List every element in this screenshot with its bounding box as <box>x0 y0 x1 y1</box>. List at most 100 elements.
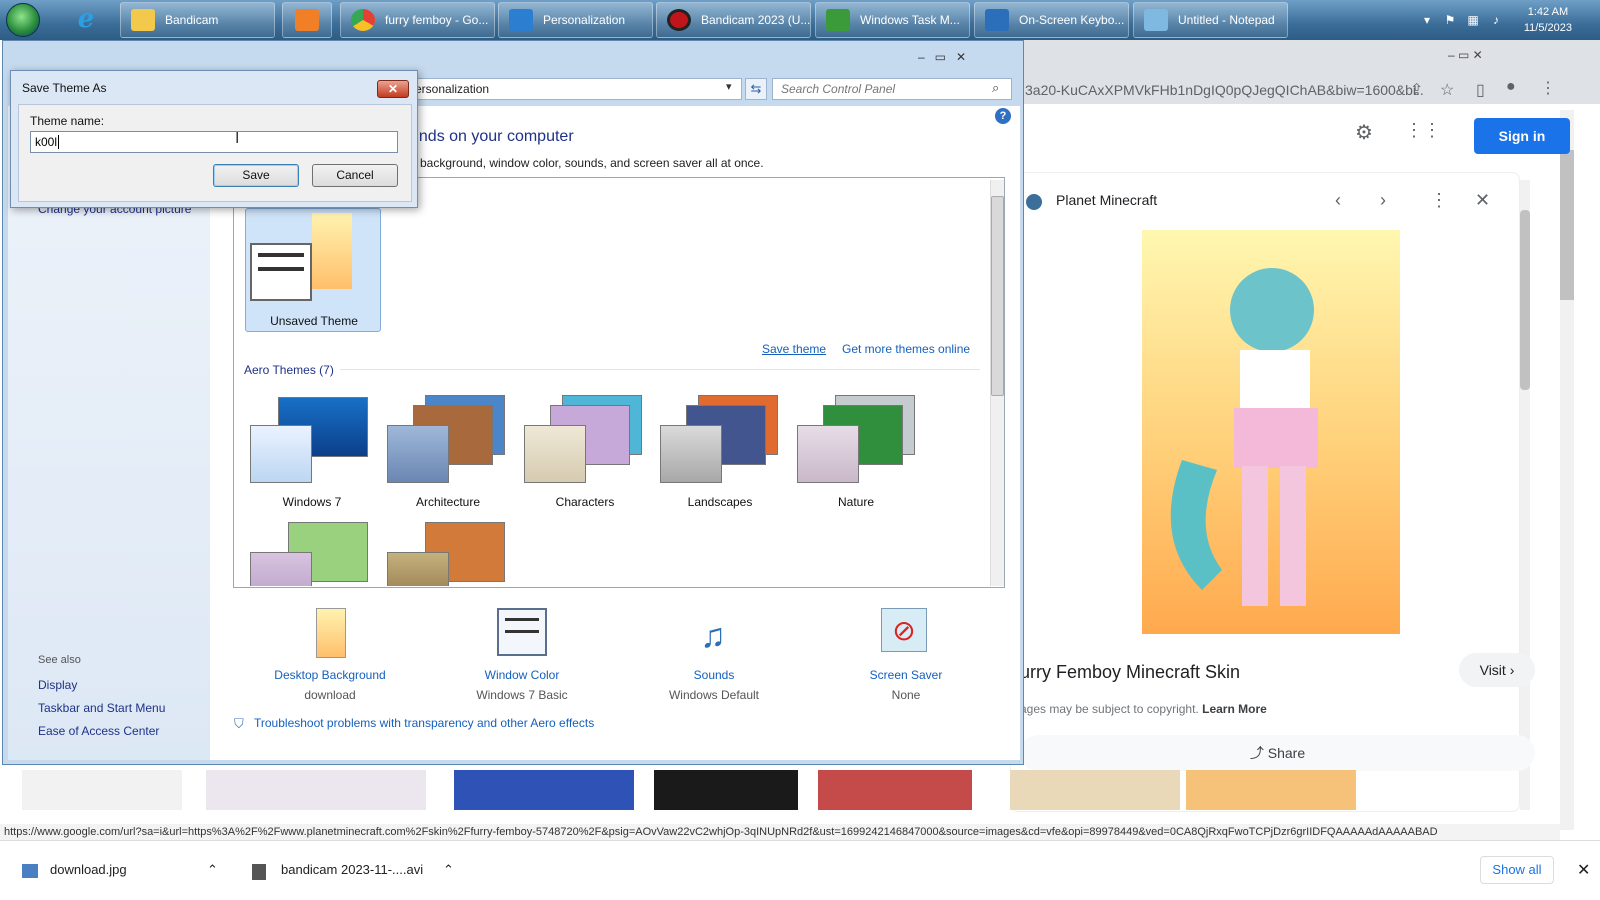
text-cursor-icon: I <box>235 130 240 147</box>
window-color-icon[interactable] <box>492 608 552 664</box>
result-thumbnail[interactable] <box>818 770 972 810</box>
taskbar-button-task-manager[interactable]: Windows Task M... <box>815 2 970 38</box>
theme-tile[interactable] <box>248 522 370 586</box>
window-color-link[interactable]: Window Color <box>442 668 602 682</box>
close-preview-icon[interactable]: ✕ <box>1475 190 1490 211</box>
more-options-icon[interactable]: ⋮ <box>1430 190 1448 211</box>
result-thumbnail[interactable] <box>1010 770 1180 810</box>
chevron-up-icon[interactable]: ⌃ <box>207 862 218 878</box>
help-icon[interactable]: ? <box>995 108 1011 124</box>
close-icon[interactable]: ✕ <box>377 80 409 98</box>
preview-image[interactable] <box>1142 230 1400 634</box>
chevron-up-icon[interactable]: ⌃ <box>443 862 454 878</box>
bookmark-star-icon[interactable]: ☆ <box>1440 80 1454 100</box>
result-thumbnail[interactable] <box>206 770 426 810</box>
share-button[interactable]: ⤴ Share <box>1020 735 1535 771</box>
action-center-icon[interactable]: ⚑ <box>1443 13 1457 27</box>
address-bar[interactable]: ersonalization <box>412 78 742 100</box>
dialog-title: Save Theme As <box>22 81 107 95</box>
save-theme-link[interactable]: Save theme <box>762 342 826 356</box>
page-scrollbar[interactable] <box>1560 110 1574 830</box>
omnibox-url[interactable]: 3a20-KuCAxXPMVkFHb1nDgIQ0pQJegQIChAB&biw… <box>1025 82 1425 98</box>
address-dropdown-icon[interactable]: ▾ <box>726 80 732 93</box>
taskbar-button-label: Personalization <box>543 13 626 27</box>
media-player-icon <box>295 9 319 31</box>
internet-explorer-icon[interactable]: e <box>72 5 100 33</box>
theme-name-input[interactable]: k00l <box>30 131 398 153</box>
sign-in-button[interactable]: Sign in <box>1474 118 1570 154</box>
network-icon[interactable]: ▦ <box>1466 13 1480 27</box>
result-title[interactable]: urry Femboy Minecraft Skin <box>1020 662 1240 683</box>
tray-expand-icon[interactable]: ▾ <box>1420 13 1434 27</box>
result-thumbnail[interactable] <box>22 770 182 810</box>
theme-tile-landscapes[interactable] <box>658 395 780 487</box>
unsaved-theme-tile[interactable]: Unsaved Theme <box>245 208 381 332</box>
profile-avatar-icon[interactable]: ● <box>1506 78 1516 96</box>
screen-saver-link[interactable]: Screen Saver <box>826 668 986 682</box>
themes-scrollbar[interactable] <box>990 180 1004 586</box>
display-link[interactable]: Display <box>38 678 77 692</box>
taskbar-button-on-screen-keyboard[interactable]: On-Screen Keybo... <box>974 2 1129 38</box>
chrome-menu-icon[interactable]: ⋮ <box>1540 78 1556 98</box>
text-caret <box>58 135 60 149</box>
theme-tile[interactable] <box>385 522 507 586</box>
troubleshoot-aero-link[interactable]: Troubleshoot problems with transparency … <box>254 716 594 730</box>
theme-background-preview <box>312 213 352 289</box>
volume-muted-icon[interactable]: ♪ <box>1489 13 1503 27</box>
sounds-value: Windows Default <box>668 688 760 702</box>
result-thumbnail[interactable] <box>654 770 798 810</box>
visit-button[interactable]: Visit › <box>1459 653 1535 687</box>
show-all-button[interactable]: Show all <box>1480 856 1554 884</box>
search-icon[interactable]: ⌕ <box>992 80 999 96</box>
save-button[interactable]: Save <box>213 164 299 187</box>
download-item-label[interactable]: download.jpg <box>50 862 127 877</box>
taskbar-button-notepad[interactable]: Untitled - Notepad <box>1133 2 1288 38</box>
taskbar-start-menu-link[interactable]: Taskbar and Start Menu <box>38 701 165 715</box>
scrollbar[interactable] <box>1520 180 1530 810</box>
taskbar-button-bandicam-recording[interactable]: Bandicam 2023 (U... <box>656 2 811 38</box>
screen-saver-icon[interactable]: ⊘ <box>875 608 935 664</box>
previous-image-icon[interactable]: ‹ <box>1335 190 1341 211</box>
sounds-icon[interactable]: ♫ <box>683 608 743 664</box>
taskbar-button-personalization[interactable]: Personalization <box>498 2 653 38</box>
theme-tile-characters[interactable] <box>522 395 644 487</box>
refresh-icon[interactable]: ⇆ <box>745 78 767 100</box>
source-site-name[interactable]: Planet Minecraft <box>1056 192 1157 208</box>
shield-icon: ⛉ <box>234 716 244 731</box>
see-also-heading: See also <box>38 654 81 666</box>
download-item-label[interactable]: bandicam 2023-11-....avi <box>281 862 423 877</box>
theme-tile-architecture[interactable] <box>385 395 507 487</box>
result-thumbnail[interactable] <box>454 770 634 810</box>
learn-more-link[interactable]: Learn More <box>1202 702 1267 716</box>
side-panel-icon[interactable]: ▯ <box>1476 80 1485 100</box>
taskbar-button-media[interactable] <box>282 2 332 38</box>
sounds-link[interactable]: Sounds <box>634 668 794 682</box>
desktop-background-icon[interactable] <box>302 608 362 664</box>
window-controls[interactable]: ‒▭✕ <box>918 50 1006 68</box>
result-thumbnail[interactable] <box>1186 770 1356 810</box>
ease-of-access-link[interactable]: Ease of Access Center <box>38 724 159 738</box>
taskbar-button-bandicam[interactable]: Bandicam <box>120 2 275 38</box>
taskbar-button-chrome[interactable]: furry femboy - Go... <box>340 2 495 38</box>
clock[interactable]: 1:42 AM 11/5/2023 <box>1524 4 1572 36</box>
bandicam-folder-icon <box>131 9 155 31</box>
theme-tile-nature[interactable] <box>795 395 917 487</box>
theme-tile-label: Landscapes <box>687 495 753 509</box>
get-more-themes-link[interactable]: Get more themes online <box>842 342 970 356</box>
theme-name-label: Theme name: <box>30 114 105 128</box>
apps-grid-icon[interactable]: ⋮⋮ <box>1405 120 1441 141</box>
record-icon <box>667 9 691 31</box>
window-preview-icon <box>387 552 449 586</box>
close-downloads-icon[interactable]: ✕ <box>1577 860 1590 880</box>
start-button[interactable] <box>6 3 40 37</box>
chrome-window-controls[interactable]: ‒ ▭ ✕ <box>1448 48 1483 62</box>
settings-gear-icon[interactable]: ⚙ <box>1355 120 1373 145</box>
personalization-icon <box>509 9 533 31</box>
cancel-button[interactable]: Cancel <box>312 164 398 187</box>
taskbar-button-label: furry femboy - Go... <box>385 13 489 27</box>
desktop-background-link[interactable]: Desktop Background <box>250 668 410 682</box>
search-input[interactable]: Search Control Panel <box>772 78 1012 100</box>
window-preview-icon <box>250 425 312 483</box>
next-image-icon[interactable]: › <box>1380 190 1386 211</box>
theme-tile-windows7[interactable] <box>248 395 370 487</box>
